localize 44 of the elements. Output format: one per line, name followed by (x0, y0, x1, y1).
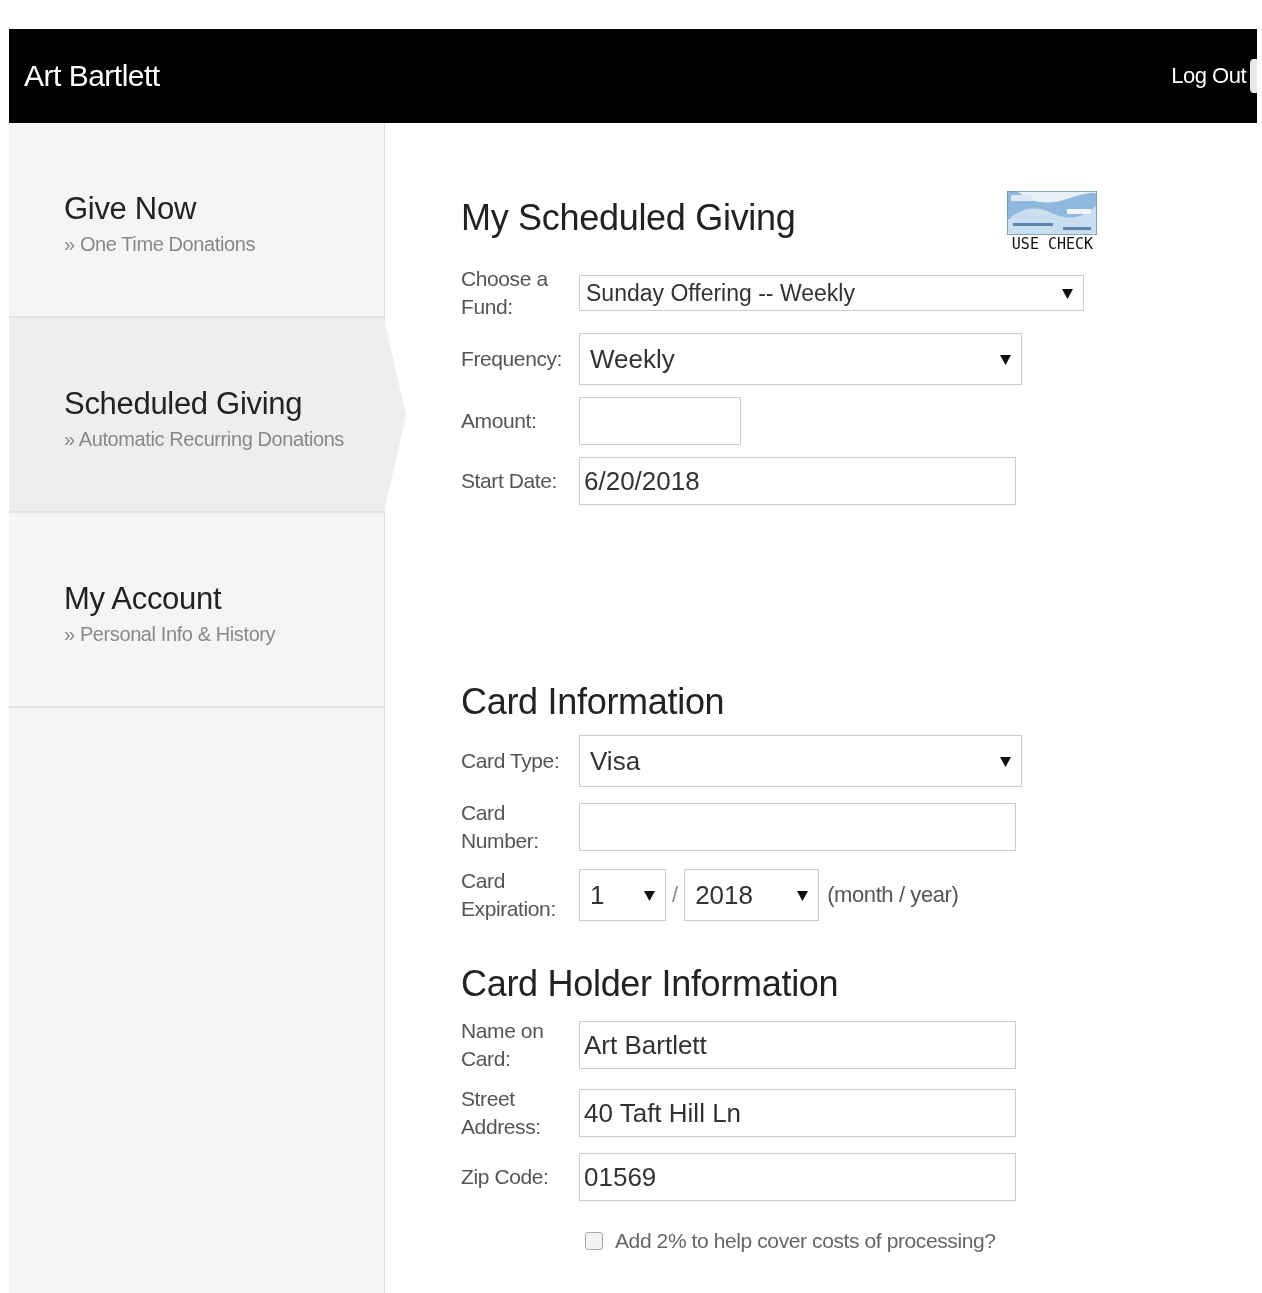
input-field[interactable]: 01569 (579, 1153, 1016, 1201)
input-field[interactable]: Art Bartlett (579, 1021, 1016, 1069)
sidebar-item-subtitle: » Automatic Recurring Donations (64, 428, 345, 451)
sidebar-item-title: Scheduled Giving (64, 386, 304, 422)
caret-icon (1000, 755, 1011, 767)
checkbox[interactable] (585, 1232, 603, 1250)
sidebar-item[interactable]: My Account » Personal Info & History (9, 513, 384, 708)
sidebar-item-title: My Account (64, 581, 223, 617)
user-name: Art Bartlett (24, 59, 160, 93)
separator: / (672, 882, 679, 908)
caret-icon (1000, 353, 1011, 365)
logout-link[interactable]: Log Out (1171, 63, 1246, 89)
field-label: Amount: (461, 408, 538, 434)
caret-icon (1062, 287, 1073, 299)
field-label: Zip Code: (461, 1164, 550, 1190)
checkbox-label: Add 2% to help cover costs of processing? (615, 1229, 996, 1253)
input-field[interactable]: 40 Taft Hill Ln (579, 1089, 1016, 1137)
input-field[interactable] (579, 803, 1016, 851)
field-label: Card Number: (461, 800, 540, 854)
section-heading: Card Information (461, 681, 725, 723)
field-label: Choose a Fund: (461, 266, 549, 320)
section-heading: My Scheduled Giving (461, 197, 796, 239)
field-label: Card Expiration: (461, 868, 557, 922)
sidebar-item-subtitle: » Personal Info & History (64, 623, 277, 646)
field-label: Start Date: (461, 468, 558, 494)
field-label: Street Address: (461, 1086, 542, 1140)
month-dropdown[interactable]: 1 (579, 869, 666, 921)
dropdown[interactable]: Weekly (579, 333, 1022, 385)
section-heading: Card Holder Information (461, 963, 839, 1005)
year-dropdown[interactable]: 2018 (684, 869, 820, 921)
button-edge[interactable] (1250, 59, 1257, 93)
sidebar-item-subtitle: » One Time Donations (64, 233, 256, 256)
sidebar-item-title: Give Now (64, 191, 198, 227)
field-label: Name on Card: (461, 1018, 545, 1072)
caret-icon (797, 889, 809, 901)
field-label: Card Type: (461, 748, 561, 774)
format-hint: (month / year) (827, 882, 959, 908)
input-field[interactable] (579, 397, 741, 445)
field-label: Frequency: (461, 346, 561, 372)
use-check-button[interactable]: USE CHECK (1007, 191, 1098, 253)
input-field[interactable]: 6/20/2018 (579, 457, 1016, 505)
dropdown[interactable]: Visa (579, 735, 1022, 787)
dropdown[interactable]: Sunday Offering -- Weekly (579, 275, 1084, 311)
caret-icon (644, 889, 655, 901)
